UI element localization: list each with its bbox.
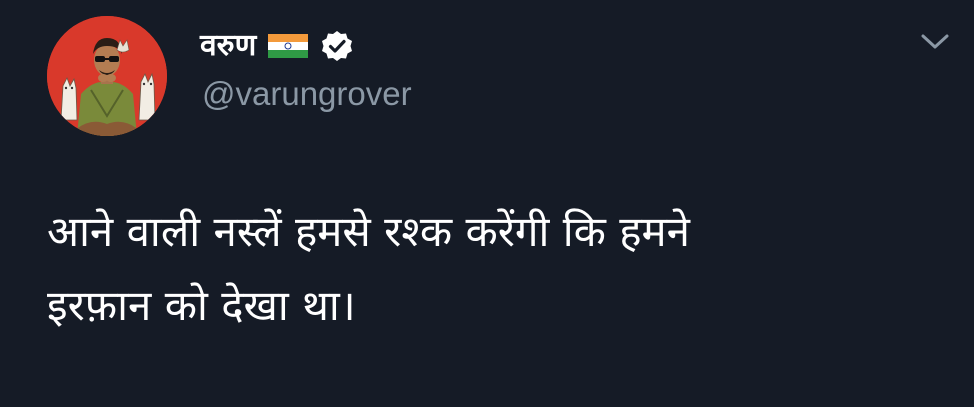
chevron-down-icon[interactable]	[918, 30, 952, 52]
india-flag-icon	[268, 31, 309, 61]
name-row: वरुण	[200, 26, 354, 66]
avatar[interactable]	[47, 16, 167, 136]
verified-badge-icon	[320, 29, 354, 63]
user-handle[interactable]: @varungrover	[202, 74, 412, 114]
tweet-text-line-2: इरफ़ान को देखा था।	[47, 281, 356, 330]
tweet-text: आने वाली नस्लें हमसे रश्क करेंगी कि हमने…	[47, 195, 927, 343]
tweet-card: वरुण @varungrover आने वाली नस्लें हमसे र…	[0, 0, 974, 407]
tweet-text-line-1: आने वाली नस्लें हमसे रश्क करेंगी कि हमने	[47, 207, 690, 256]
display-name[interactable]: वरुण	[200, 26, 256, 66]
